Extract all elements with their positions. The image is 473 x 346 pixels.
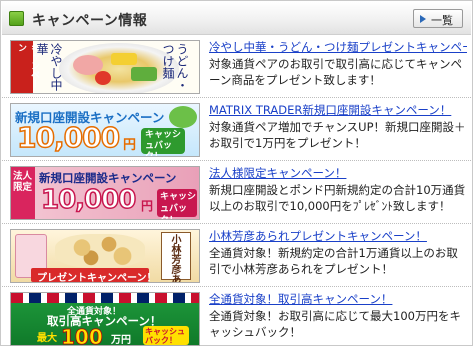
cashback-text: キャッシュバック！ [145,130,182,157]
campaign-item: 新規口座開設キャンペーン 10,000 円 キャッシュバック！ MATRIX T… [2,99,471,161]
product-label-text: 小林芳彦あられ [169,234,180,283]
campaign-item: 小林芳彦あられ プレゼントキャンペーン！ 小林芳彦あられプレゼントキャンペーン！… [2,225,471,287]
banner-amount: 10,000 [16,120,121,155]
cashback-text: キャッシュバック！ [145,327,185,345]
arrow-right-icon [420,15,426,23]
campaign-description: 全通貨対象！お取引高に応じて最大100万円をキャッシュバック！ [209,309,461,339]
campaign-title-link[interactable]: 法人様限定キャンペーン！ [209,166,467,181]
corporate-tag-text: 法人限定 [13,171,33,193]
campaign-banner-corporate[interactable]: 法人限定 新規口座開設キャンペーン 10,000 円 キャッシュバック！ [10,166,200,220]
campaign-banner-new-account[interactable]: 新規口座開設キャンペーン 10,000 円 キャッシュバック！ [10,103,200,157]
cashback-text: キャッシュバック！ [160,192,197,219]
banner-amount: 100 [61,325,104,346]
campaign-description: 対象通貨ペア増加でチャンスUP！新規口座開設＋お取引で1万円をプレゼント！ [209,120,466,150]
campaign-description: 新規口座開設とポンド円新規約定の合計10万通貨以上のお取引で10,000円をﾌﾟ… [209,183,466,213]
campaign-item: 法人限定 新規口座開設キャンペーン 10,000 円 キャッシュバック！ 法人様… [2,162,471,224]
campaign-title-link[interactable]: 全通貨対象！取引高キャンペーン！ [209,292,467,307]
banner-ribbon-text: プレゼントキャンペーン！ [37,273,157,283]
tomato-topping [95,71,111,85]
header-square-icon [9,11,24,26]
country-flags-strip [11,293,199,303]
view-all-button[interactable]: 一覧 [413,9,463,28]
banner-yen: 円 [141,199,154,213]
campaign-description: 全通貨対象！新規約定の合計1万通貨以上のお取引で小林芳彦あられをプレゼント！ [209,246,458,276]
campaign-item: 全通貨対象！ 取引高キャンペーン！ 最大 100 万円 キャッシュバック！ 全通… [2,288,471,346]
banner-cold-noodle-text: 冷やし中華 [35,43,63,91]
banner-max-label: 最大 [37,333,57,344]
campaign-banner-arare[interactable]: 小林芳彦あられ プレゼントキャンペーン！ [10,229,200,283]
campaign-title-link[interactable]: 小林芳彦あられプレゼントキャンペーン！ [209,229,467,244]
view-all-label: 一覧 [431,14,453,27]
egg-topping [111,53,137,65]
campaign-panel: キャンペーン情報 一覧 キャンペーン 冷やし中華 うどん・つけ麺 冷やし中華・う… [0,0,473,346]
campaign-title-link[interactable]: 冷やし中華・うどん・つけ麺プレゼントキャンペーン！ [209,40,467,55]
campaign-title-link[interactable]: MATRIX TRADER新規口座開設キャンペーン！ [209,103,467,118]
campaign-item: キャンペーン 冷やし中華 うどん・つけ麺 冷やし中華・うどん・つけ麺プレゼントキ… [2,36,471,98]
banner-title: 新規口座開設キャンペーン [39,171,177,185]
campaign-description: 対象通貨ペアのお取引で取引高に応じてキャンペーン商品をプレゼント致します！ [209,57,462,87]
banner-udon-text: うどん・つけ麺 [161,43,189,91]
banner-yen: 万円 [111,335,131,346]
panel-header: キャンペーン情報 一覧 [2,2,471,35]
campaign-banner-noodles[interactable]: キャンペーン 冷やし中華 うどん・つけ麺 [10,40,200,94]
banner-amount: 10,000 [40,184,137,216]
arare-crackers-image [55,234,145,268]
cucumber-topping [131,67,157,81]
banner-yen: 円 [123,138,137,153]
frog-mascot-icon [169,106,197,128]
panel-title: キャンペーン情報 [32,13,148,29]
campaign-banner-volume[interactable]: 全通貨対象！ 取引高キャンペーン！ 最大 100 万円 キャッシュバック！ [10,292,200,346]
